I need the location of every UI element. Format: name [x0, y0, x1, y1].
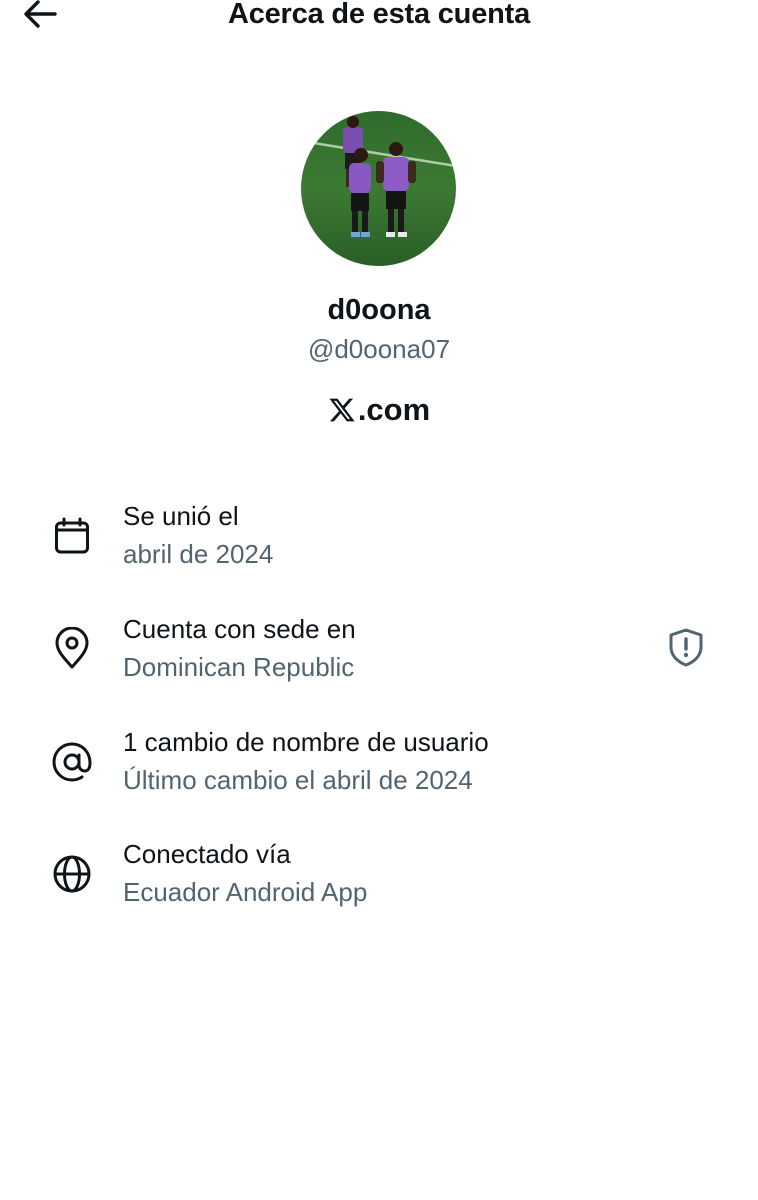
brand-domain: .com	[357, 392, 431, 427]
detail-label: Se unió el	[123, 501, 239, 531]
location-pin-icon	[50, 627, 94, 671]
brand-line: .com	[0, 390, 758, 430]
avatar-image	[301, 111, 456, 266]
detail-value: Último cambio el abril de 2024	[123, 765, 473, 795]
x-logo-icon	[329, 398, 355, 422]
globe-icon	[50, 852, 94, 896]
display-name: d0oona	[327, 294, 431, 326]
shield-alert-icon	[669, 628, 703, 667]
detail-row-location: Cuenta con sede en Dominican Republic	[0, 611, 758, 691]
detail-row-connected-via: Conectado vía Ecuador Android App	[0, 836, 758, 916]
page-title: Acerca de esta cuenta	[227, 0, 531, 30]
detail-row-joined: Se unió el abril de 2024	[0, 498, 758, 578]
detail-label: Cuenta con sede en	[123, 614, 356, 644]
detail-value: abril de 2024	[123, 539, 274, 569]
detail-row-username-changes: 1 cambio de nombre de usuario Último cam…	[0, 724, 758, 804]
detail-value: Ecuador Android App	[123, 877, 368, 907]
username-handle: @d0oona07	[307, 334, 451, 364]
detail-label: 1 cambio de nombre de usuario	[123, 727, 489, 757]
detail-label: Conectado vía	[123, 839, 291, 869]
top-bar: Acerca de esta cuenta	[0, 0, 758, 40]
detail-value: Dominican Republic	[123, 652, 355, 682]
avatar[interactable]	[301, 111, 456, 266]
location-info-button[interactable]	[664, 625, 708, 669]
calendar-icon	[50, 514, 94, 558]
at-sign-icon	[50, 740, 94, 784]
